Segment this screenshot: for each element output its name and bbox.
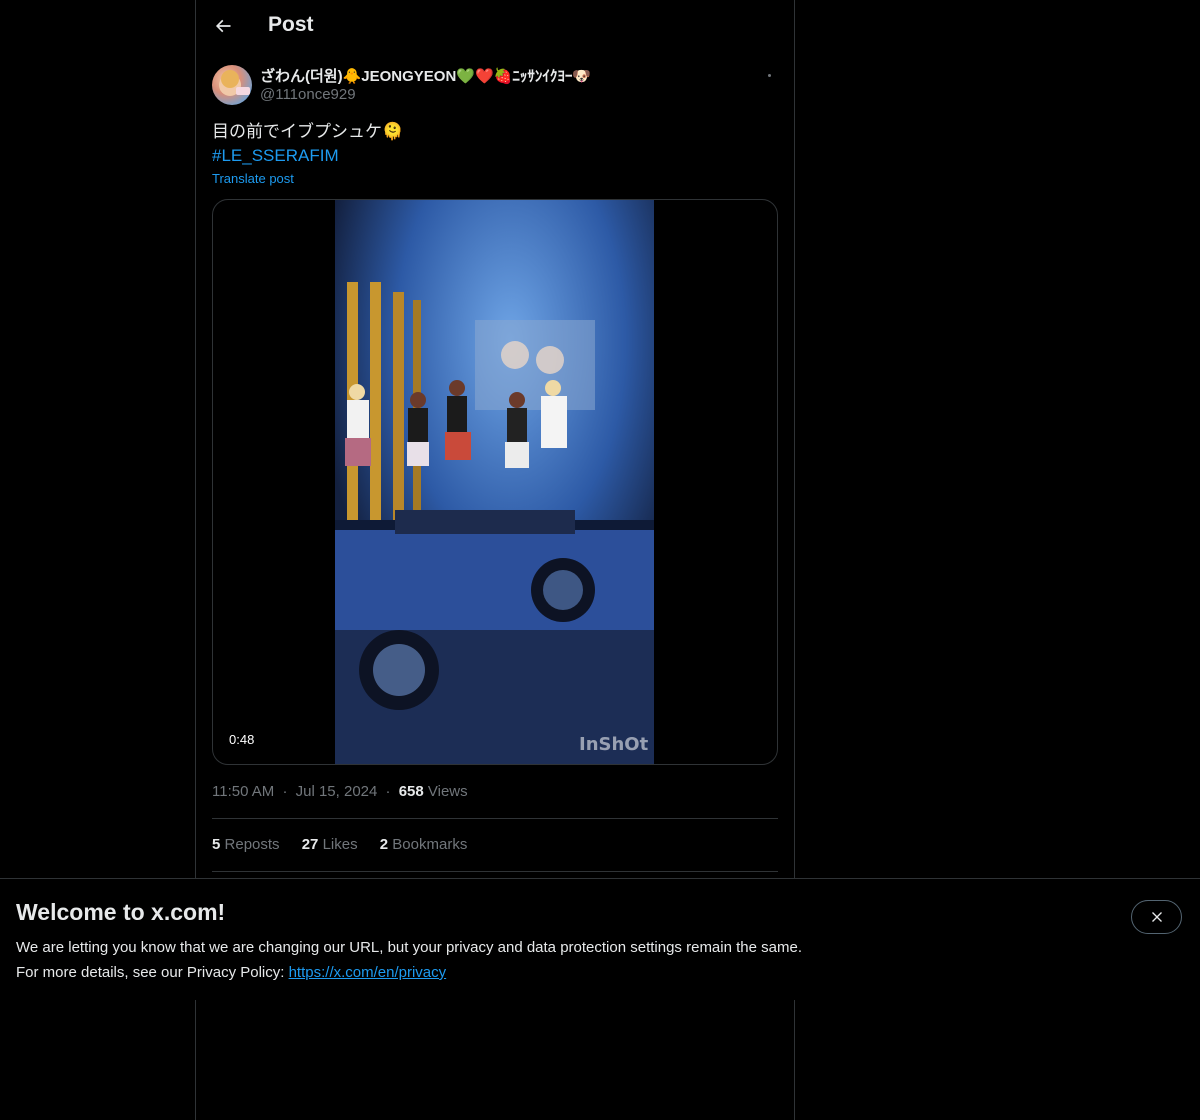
views-count: 658 <box>398 783 424 800</box>
hashtag-link[interactable]: #LE_SSERAFIM <box>212 144 339 168</box>
banner-line-2: For more details, see our Privacy Policy… <box>16 960 1016 985</box>
banner-title: Welcome to x.com! <box>16 899 226 925</box>
author-handle[interactable]: @111once929 <box>260 86 356 103</box>
post-date[interactable]: Jul 15, 2024 <box>296 783 378 800</box>
banner-line-2-prefix: For more details, see our Privacy Policy… <box>16 964 289 981</box>
banner-line-1: We are letting you know that we are chan… <box>16 939 802 956</box>
bookmarks-count: 2 <box>379 836 389 853</box>
arrow-left-icon <box>215 19 231 33</box>
avatar[interactable] <box>212 65 252 105</box>
translate-post-link[interactable]: Translate post <box>212 171 294 186</box>
video-watermark: InShOt <box>579 734 649 755</box>
likes-label: Likes <box>322 836 358 853</box>
more-horizontal-icon <box>767 73 771 77</box>
video-duration-badge: 0:48 <box>223 730 261 749</box>
author-display-name[interactable]: ざわん(더원)🐥JEONGYEON💚❤️🍓ﾆｯｻﾝｲｸﾖｰ🐶 <box>260 65 591 86</box>
close-icon <box>1151 912 1162 922</box>
likes-stat[interactable]: 27 Likes <box>302 836 358 853</box>
post-meta: 11:50 AM · Jul 15, 2024 · 658 Views <box>212 783 468 800</box>
divider <box>212 871 778 872</box>
video-thumbnail <box>335 200 654 764</box>
likes-count: 27 <box>301 836 319 853</box>
privacy-policy-link[interactable]: https://x.com/en/privacy <box>289 964 447 981</box>
avatar-image <box>219 70 250 96</box>
close-banner-button[interactable] <box>1131 900 1182 934</box>
back-button[interactable] <box>206 9 240 43</box>
more-options-button[interactable] <box>756 64 782 86</box>
banner-text: We are letting you know that we are chan… <box>16 935 1016 985</box>
page-title: Post <box>268 13 314 36</box>
post-time[interactable]: 11:50 AM <box>212 783 274 800</box>
post-stats: 5 Reposts 27 Likes 2 Bookmarks <box>212 836 485 853</box>
post-text: 目の前でイブプシュケ🫠 <box>212 122 404 141</box>
reposts-label: Reposts <box>224 836 280 853</box>
meta-separator: · <box>282 783 288 800</box>
page-header: Post <box>196 0 794 54</box>
divider <box>212 818 778 819</box>
bookmarks-stat[interactable]: 2 Bookmarks <box>380 836 468 853</box>
reposts-count: 5 <box>212 836 221 853</box>
concert-scene-image <box>335 200 654 764</box>
url-change-banner: Welcome to x.com! We are letting you kno… <box>0 878 1200 1000</box>
reposts-stat[interactable]: 5 Reposts <box>212 836 280 853</box>
views-label: Views <box>427 783 468 800</box>
bookmarks-label: Bookmarks <box>392 836 468 853</box>
video-player[interactable]: 0:48 InShOt <box>212 199 778 765</box>
meta-separator: · <box>385 783 391 800</box>
